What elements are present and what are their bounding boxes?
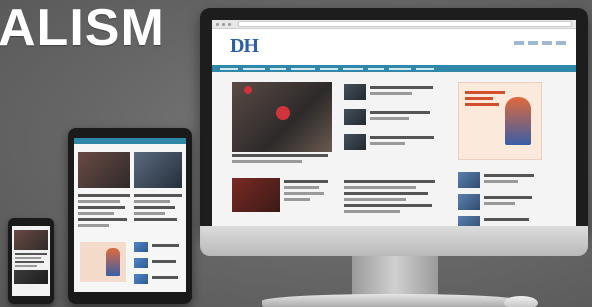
- header-link: [556, 41, 566, 45]
- list-item: [344, 134, 440, 150]
- phone-story-text: [12, 253, 50, 267]
- list-item: [134, 274, 182, 284]
- list-item: [458, 172, 540, 188]
- tablet-sidebar-list: [134, 242, 182, 290]
- list-item: [344, 84, 440, 100]
- site-nav-bar: [212, 65, 576, 72]
- headline: ALISM: [0, 0, 165, 57]
- monitor-chin: [200, 226, 588, 256]
- story-thumbnail: [458, 194, 480, 210]
- list-item: [134, 258, 182, 268]
- nav-item: [368, 67, 384, 70]
- story-thumbnail: [344, 109, 366, 125]
- window-control-icon: [216, 22, 219, 26]
- tablet-lead-image: [78, 152, 130, 188]
- phone-screen: [12, 226, 50, 296]
- browser-toolbar: [212, 20, 576, 29]
- sidebar-list: [458, 172, 540, 228]
- advertisement-box: [458, 82, 542, 160]
- nav-item: [270, 67, 286, 70]
- mouse-icon: [504, 296, 538, 307]
- site-logo: DH: [230, 35, 259, 57]
- tablet-secondary-image: [134, 152, 182, 188]
- address-bar: [238, 21, 572, 27]
- headline-list: [344, 84, 440, 159]
- monitor-stand: [352, 256, 438, 296]
- nav-item: [243, 67, 265, 70]
- nav-item: [343, 67, 363, 70]
- tablet-story-text: [78, 194, 130, 230]
- header-link: [528, 41, 538, 45]
- highlight-marker-icon: [276, 106, 290, 120]
- tablet-nav-bar: [74, 138, 186, 144]
- desktop-screen: DH: [212, 20, 576, 228]
- phone-secondary-image: [14, 270, 48, 284]
- highlight-marker-icon: [244, 86, 252, 94]
- lead-story-image: [232, 82, 332, 152]
- list-item: [458, 194, 540, 210]
- ad-figure-icon: [505, 97, 531, 145]
- list-item: [344, 109, 440, 125]
- window-control-icon: [222, 22, 225, 26]
- header-links: [514, 41, 566, 45]
- secondary-story-text: [284, 180, 328, 204]
- story-thumbnail: [344, 134, 366, 150]
- nav-item: [320, 67, 338, 70]
- tablet-story-text: [134, 194, 182, 224]
- tablet-advertisement: [80, 242, 126, 282]
- desktop-monitor: DH: [200, 8, 588, 234]
- story-thumbnail: [134, 258, 148, 268]
- lead-story-caption: [232, 154, 332, 166]
- monitor-base: [262, 294, 524, 307]
- ad-figure-icon: [106, 248, 120, 276]
- story-thumbnail: [458, 172, 480, 188]
- header-link: [542, 41, 552, 45]
- story-thumbnail: [134, 242, 148, 252]
- nav-item: [389, 67, 411, 70]
- promo-stage: ALISM DH: [0, 0, 592, 307]
- news-list: [344, 180, 440, 216]
- list-item: [134, 242, 182, 252]
- window-control-icon: [228, 22, 231, 26]
- story-thumbnail: [134, 274, 148, 284]
- nav-item: [291, 67, 315, 70]
- nav-item: [416, 67, 434, 70]
- header-link: [514, 41, 524, 45]
- nav-item: [220, 67, 238, 70]
- tablet-screen: [74, 138, 186, 292]
- secondary-story-image: [232, 178, 280, 212]
- story-thumbnail: [344, 84, 366, 100]
- phone-lead-image: [14, 230, 48, 250]
- tablet-device: [68, 128, 192, 304]
- site-content: [212, 72, 576, 228]
- site-header: DH: [212, 29, 576, 65]
- phone-device: [8, 218, 54, 304]
